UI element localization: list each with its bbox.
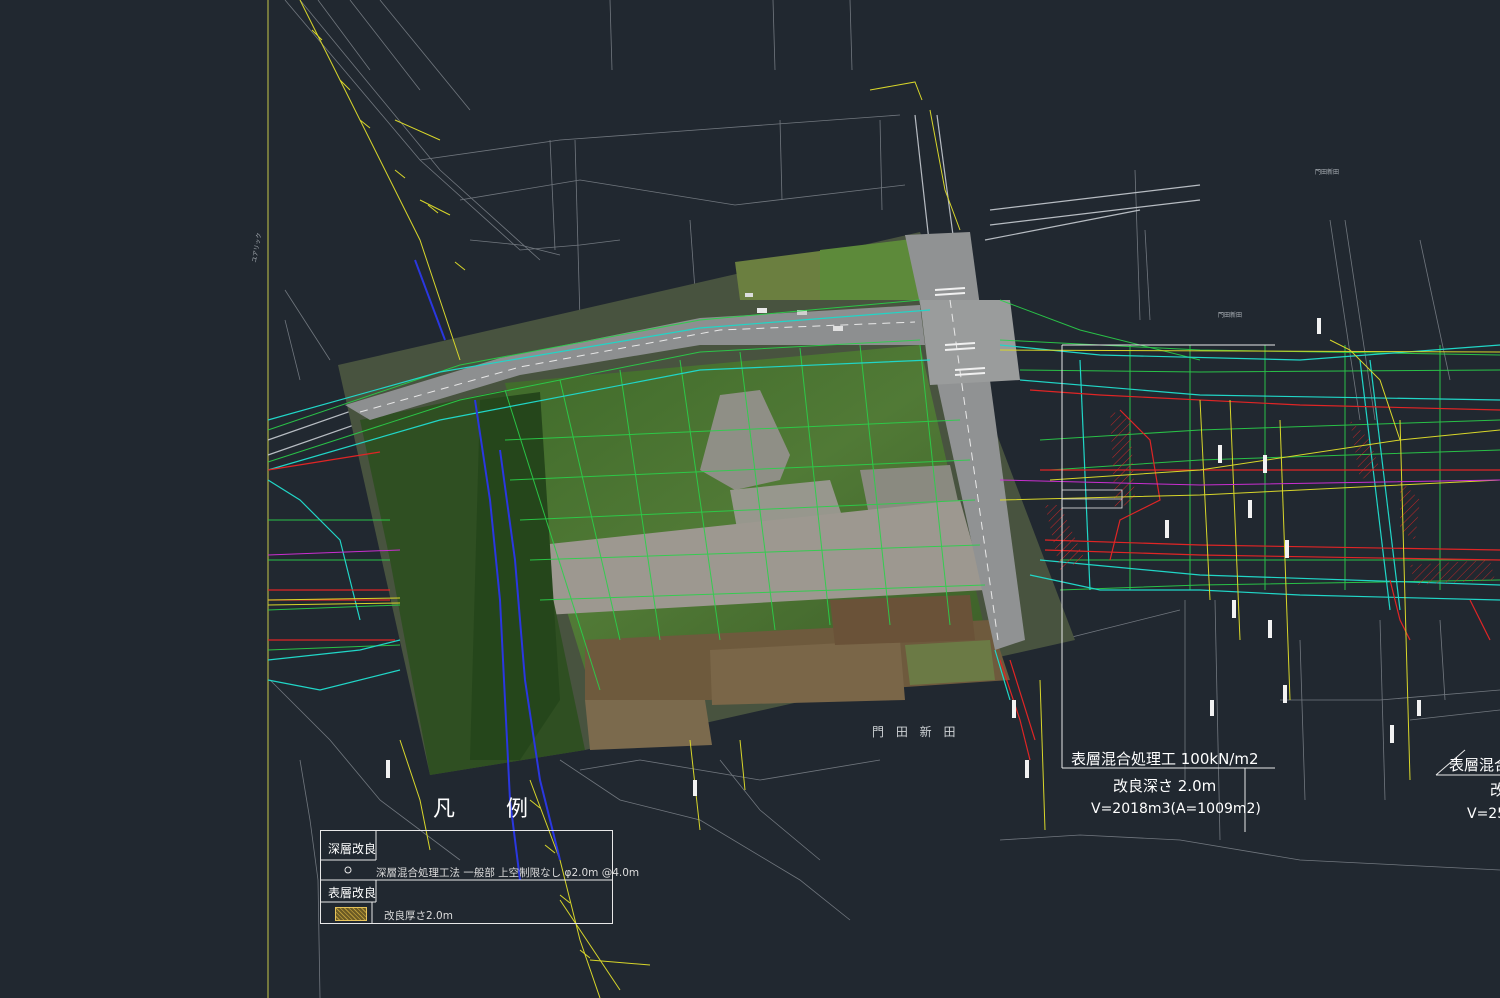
place-label-kadota-small: 門田新田 [1315,169,1340,176]
annotation-right-line3: V=25 [1467,806,1500,822]
annotation-right-line1: 表層混合 [1449,756,1500,774]
place-label-kadota: 門 田 新 田 [872,725,960,739]
annotation-right-line2: 改 [1490,781,1500,799]
legend-surface-desc: 改良厚さ2.0m [384,910,453,922]
legend-deep-desc: 深層混合処理工法 一般部 上空制限なし φ2.0m @4.0m [376,867,640,879]
mini-table [1061,489,1123,509]
annotation-main-line2: 改良深さ 2.0m [1113,777,1217,795]
legend-surface-label: 表層改良 [328,886,377,900]
cad-drawing-canvas[interactable] [0,0,1500,998]
legend-title: 凡 例 [433,797,550,822]
legend-surface-swatch [335,907,367,921]
aerial-photo-overlay[interactable] [338,232,1075,775]
legend-table: 深層改良 深層混合処理工法 一般部 上空制限なし φ2.0m @4.0m 表層改… [320,830,639,924]
place-label-kadota-small-2: 門田新田 [1218,312,1243,319]
annotation-main-line1: 表層混合処理工 100kN/m2 [1071,750,1259,768]
annotation-main-line3: V=2018m3(A=1009m2) [1091,801,1261,817]
legend-deep-label: 深層改良 [328,842,377,856]
